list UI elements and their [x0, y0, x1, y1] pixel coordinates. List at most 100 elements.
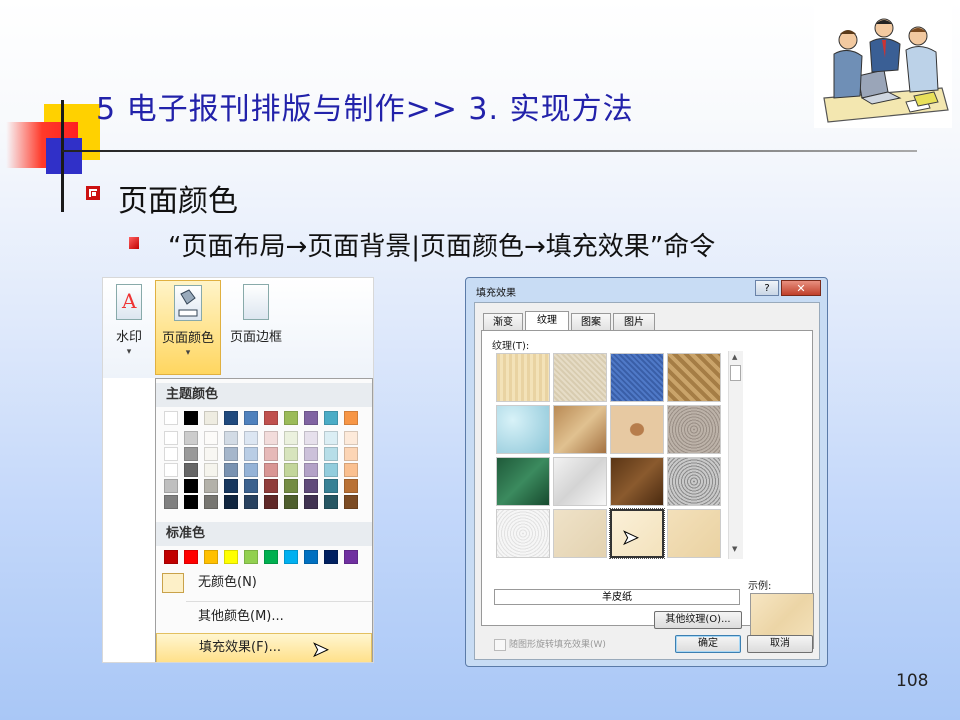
theme-color-swatch[interactable] — [344, 479, 358, 493]
theme-color-swatch[interactable] — [204, 463, 218, 477]
theme-color-swatch[interactable] — [224, 411, 238, 425]
theme-color-swatch[interactable] — [164, 463, 178, 477]
texture-fish-fossil[interactable] — [610, 405, 664, 454]
theme-color-swatch[interactable] — [284, 463, 298, 477]
theme-color-swatch[interactable] — [324, 463, 338, 477]
standard-color-swatch[interactable] — [184, 550, 198, 564]
texture-sand[interactable] — [667, 405, 721, 454]
theme-color-swatch[interactable] — [304, 447, 318, 461]
texture-canvas[interactable] — [553, 353, 607, 402]
theme-color-swatch[interactable] — [244, 411, 258, 425]
theme-color-swatch[interactable] — [244, 447, 258, 461]
texture-newsprint[interactable] — [496, 509, 550, 558]
theme-color-swatch[interactable] — [284, 479, 298, 493]
theme-color-swatch[interactable] — [224, 447, 238, 461]
texture-woven-mat[interactable] — [667, 353, 721, 402]
texture-paper-bag[interactable] — [553, 405, 607, 454]
theme-color-swatch[interactable] — [184, 463, 198, 477]
fill-effects-item[interactable]: 填充效果(F)... — [156, 633, 372, 662]
theme-color-swatch[interactable] — [264, 447, 278, 461]
theme-color-swatch[interactable] — [304, 431, 318, 445]
watermark-button[interactable]: A 水印 ▾ — [107, 280, 151, 375]
theme-color-swatch[interactable] — [344, 411, 358, 425]
standard-color-swatch[interactable] — [204, 550, 218, 564]
close-button[interactable]: ✕ — [781, 280, 821, 296]
texture-green-marble[interactable] — [496, 457, 550, 506]
theme-color-swatch[interactable] — [344, 463, 358, 477]
standard-color-swatch[interactable] — [164, 550, 178, 564]
texture-granite[interactable] — [667, 457, 721, 506]
cancel-button[interactable]: 取消 — [747, 635, 813, 653]
texture-water-droplets[interactable] — [496, 405, 550, 454]
checkbox-icon[interactable] — [494, 638, 506, 651]
texture-stationery[interactable] — [667, 509, 721, 558]
theme-color-swatch[interactable] — [224, 495, 238, 509]
theme-color-swatch[interactable] — [184, 411, 198, 425]
theme-color-swatch[interactable] — [344, 447, 358, 461]
texture-papyrus[interactable] — [496, 353, 550, 402]
theme-color-swatch[interactable] — [184, 431, 198, 445]
theme-color-swatch[interactable] — [264, 431, 278, 445]
theme-color-swatch[interactable] — [244, 431, 258, 445]
theme-color-swatch[interactable] — [164, 411, 178, 425]
texture-brown-marble[interactable] — [610, 457, 664, 506]
standard-color-swatch[interactable] — [324, 550, 338, 564]
texture-white-marble[interactable] — [553, 457, 607, 506]
more-colors-item[interactable]: 其他颜色(M)... — [156, 603, 372, 631]
theme-color-swatch[interactable] — [224, 463, 238, 477]
theme-color-swatch[interactable] — [304, 495, 318, 509]
theme-color-swatch[interactable] — [204, 495, 218, 509]
theme-color-swatch[interactable] — [324, 411, 338, 425]
theme-color-swatch[interactable] — [284, 495, 298, 509]
theme-color-swatch[interactable] — [204, 447, 218, 461]
theme-color-swatch[interactable] — [224, 431, 238, 445]
texture-recycled-paper[interactable] — [553, 509, 607, 558]
theme-color-swatch[interactable] — [204, 411, 218, 425]
theme-color-swatch[interactable] — [184, 495, 198, 509]
page-border-button[interactable]: 页面边框 — [225, 280, 287, 375]
theme-color-swatch[interactable] — [344, 431, 358, 445]
theme-color-swatch[interactable] — [184, 447, 198, 461]
theme-color-swatch[interactable] — [264, 411, 278, 425]
tab-pattern[interactable]: 图案 — [571, 313, 611, 330]
standard-color-swatch[interactable] — [284, 550, 298, 564]
theme-color-swatch[interactable] — [304, 479, 318, 493]
theme-color-swatch[interactable] — [324, 479, 338, 493]
theme-color-swatch[interactable] — [164, 479, 178, 493]
scroll-thumb[interactable] — [730, 365, 741, 381]
theme-color-swatch[interactable] — [244, 495, 258, 509]
standard-color-swatch[interactable] — [224, 550, 238, 564]
theme-color-swatch[interactable] — [284, 447, 298, 461]
scroll-down-icon[interactable]: ▼ — [732, 545, 737, 553]
standard-color-swatch[interactable] — [304, 550, 318, 564]
theme-color-swatch[interactable] — [304, 463, 318, 477]
ok-button[interactable]: 确定 — [675, 635, 741, 653]
rotate-with-shape-checkbox[interactable]: 随图形旋转填充效果(W) — [494, 637, 606, 651]
theme-color-swatch[interactable] — [224, 479, 238, 493]
scroll-up-icon[interactable]: ▲ — [732, 353, 737, 361]
page-color-button[interactable]: 页面颜色 ▾ — [155, 280, 221, 375]
theme-color-swatch[interactable] — [264, 463, 278, 477]
standard-color-swatch[interactable] — [244, 550, 258, 564]
theme-color-swatch[interactable] — [164, 495, 178, 509]
theme-color-swatch[interactable] — [244, 463, 258, 477]
theme-color-swatch[interactable] — [284, 411, 298, 425]
tab-picture[interactable]: 图片 — [613, 313, 655, 330]
theme-color-swatch[interactable] — [244, 479, 258, 493]
theme-color-swatch[interactable] — [164, 447, 178, 461]
standard-color-swatch[interactable] — [344, 550, 358, 564]
theme-color-swatch[interactable] — [324, 431, 338, 445]
tab-gradient[interactable]: 渐变 — [483, 313, 523, 330]
theme-color-swatch[interactable] — [284, 431, 298, 445]
theme-color-swatch[interactable] — [324, 495, 338, 509]
theme-color-swatch[interactable] — [304, 411, 318, 425]
no-color-item[interactable]: 无颜色(N) — [156, 569, 372, 597]
theme-color-swatch[interactable] — [204, 431, 218, 445]
texture-scrollbar[interactable]: ▲ ▼ — [728, 351, 743, 559]
theme-color-swatch[interactable] — [324, 447, 338, 461]
help-button[interactable]: ? — [755, 280, 779, 296]
standard-color-swatch[interactable] — [264, 550, 278, 564]
other-textures-button[interactable]: 其他纹理(O)... — [654, 611, 742, 629]
texture-denim[interactable] — [610, 353, 664, 402]
theme-color-swatch[interactable] — [344, 495, 358, 509]
